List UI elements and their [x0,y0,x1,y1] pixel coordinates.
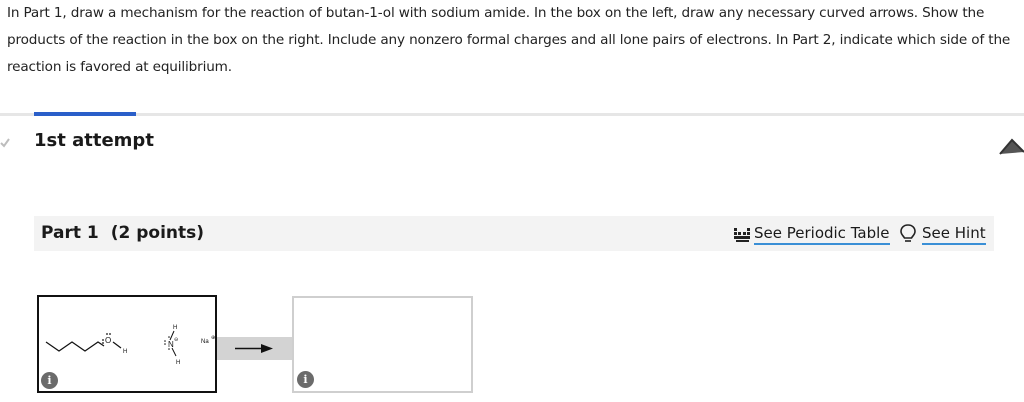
amide-h-bottom-label: H [176,360,180,366]
part-points: (2 points) [110,223,205,243]
lightbulb-icon [900,224,916,242]
periodic-table-icon [734,228,750,242]
question-prompt: In Part 1, draw a mechanism for the reac… [7,5,1011,75]
oxygen-label: O [105,336,111,345]
product-drawing-box[interactable]: i [292,296,473,393]
part-header: Part 1 (2 points) See Periodic Table See … [34,216,994,251]
active-attempt-indicator [34,112,136,116]
info-icon[interactable]: i [297,371,314,388]
reaction-arrow-icon [235,344,273,353]
attempt-title: 1st attempt [34,130,154,151]
reactant-structure: O H H N ⊖ H Na ⊕ [45,325,215,366]
reactant-drawing-box[interactable]: O H H N ⊖ H Na ⊕ i [37,295,217,393]
periodic-table-label: See Periodic Table [754,223,890,245]
positive-charge: ⊕ [211,335,215,341]
negative-charge: ⊖ [174,337,178,343]
hydrogen-label: H [123,349,127,355]
see-hint-link[interactable]: See Hint [900,221,986,247]
reaction-arrow-area [217,337,293,360]
check-icon [0,138,10,148]
amide-h-top-label: H [173,325,177,331]
part-title: Part 1 (2 points) [41,223,204,243]
see-hint-label: See Hint [922,223,986,245]
part-label: Part 1 [41,223,99,243]
info-icon[interactable]: i [41,372,58,389]
see-periodic-table-link[interactable]: See Periodic Table [733,221,890,247]
sodium-label: Na [201,339,209,345]
attempt-divider [0,113,1024,116]
chevron-up-icon[interactable] [997,130,1024,160]
